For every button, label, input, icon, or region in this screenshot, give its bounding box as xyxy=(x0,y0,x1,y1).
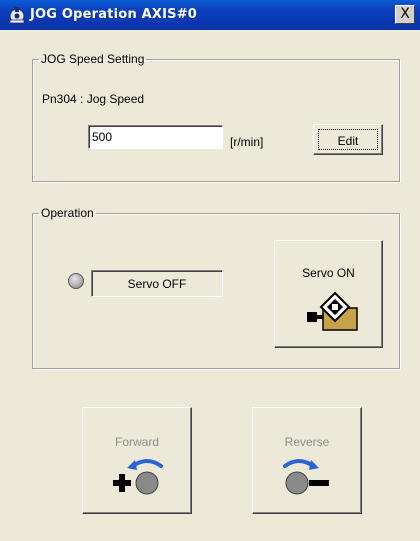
window-title: JOG Operation AXIS#0 xyxy=(30,7,198,22)
servo-status-led-icon xyxy=(68,273,84,289)
close-icon: X xyxy=(400,6,410,22)
forward-rotate-icon xyxy=(113,459,163,495)
reverse-rotate-icon xyxy=(283,459,329,495)
servo-motor-icon xyxy=(307,291,358,331)
jog-speed-group-label: JOG Speed Setting xyxy=(41,52,145,66)
servo-status-field: Servo OFF xyxy=(91,270,223,297)
servo-on-button-label: Servo ON xyxy=(302,266,355,280)
forward-button-label: Forward xyxy=(114,435,159,449)
jog-operation-window: JOG Operation AXIS#0 X JOG Speed Setting… xyxy=(0,0,420,541)
servo-on-button[interactable]: Servo ON xyxy=(274,240,383,348)
jog-speed-group: JOG Speed Setting xyxy=(32,52,400,182)
title-bar[interactable]: JOG Operation AXIS#0 X xyxy=(0,0,420,30)
jog-speed-value: 500 xyxy=(92,130,113,144)
edit-button[interactable]: Edit xyxy=(313,124,383,155)
forward-button[interactable]: Forward xyxy=(82,407,192,514)
close-button[interactable]: X xyxy=(395,5,415,24)
reverse-button[interactable]: Reverse xyxy=(252,407,362,514)
servo-app-icon xyxy=(9,7,25,24)
jog-speed-value-field[interactable]: 500 xyxy=(88,125,223,149)
operation-group-label: Operation xyxy=(41,206,94,220)
edit-button-label: Edit xyxy=(337,134,359,148)
servo-status-text: Servo OFF xyxy=(127,277,187,291)
jog-speed-param-label: Pn304 : Jog Speed xyxy=(42,92,145,106)
reverse-button-label: Reverse xyxy=(284,435,330,449)
speed-unit-label: [r/min] xyxy=(230,135,264,149)
